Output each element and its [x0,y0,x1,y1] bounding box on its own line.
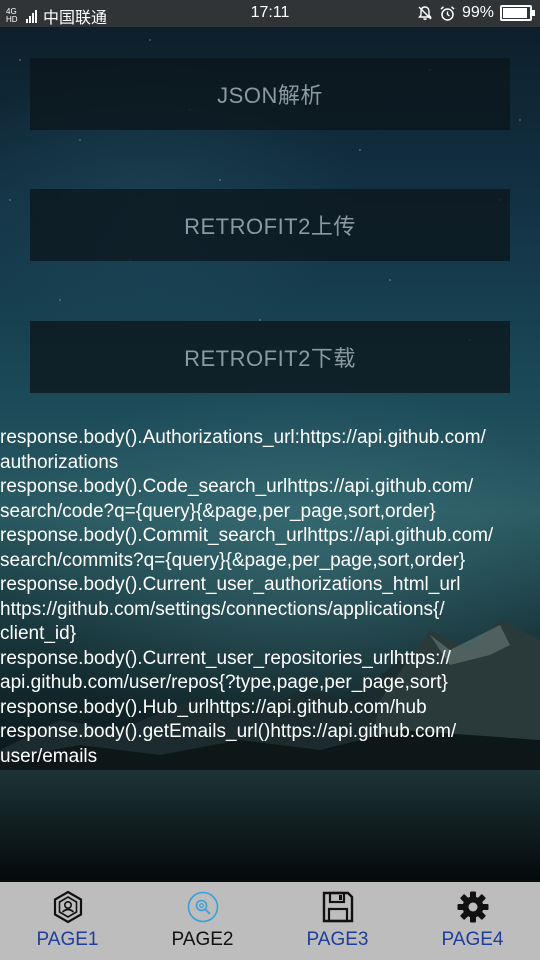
response-line: response.body().getEmails_url()https://a… [0,721,457,742]
response-line: response.body().Current_user_authorizati… [0,574,461,595]
battery-fill [503,8,527,18]
tab-page4-label: PAGE4 [441,929,504,950]
tab-page3-label: PAGE3 [306,929,369,950]
response-line: response.body().Authorizations_url:https… [0,427,486,448]
tab-page4[interactable]: PAGE4 [405,882,540,960]
response-line: response.body().Hub_urlhttps://api.githu… [0,696,427,718]
save-icon [322,891,353,923]
response-output: response.body().Authorizations_url:https… [0,426,536,769]
response-line: response.body().Commit_search_urlhttps:/… [0,525,494,546]
tab-page3[interactable]: PAGE3 [270,882,405,960]
battery-icon [500,5,535,21]
alarm-icon [440,5,455,21]
response-line: search/commits?q={query}{&page,per_page,… [0,549,466,571]
response-line: search/code?q={query}{&page,per_page,sor… [0,500,436,522]
battery-percent: 99% [461,4,494,21]
bell-off-icon [418,6,432,20]
json-parse-button[interactable]: JSON解析 [30,58,510,130]
hexagon-badge-icon [53,890,82,924]
retrofit-download-button[interactable]: RETROFIT2下载 [30,321,510,393]
tab-page2[interactable]: PAGE2 [135,882,270,960]
response-line: response.body().Code_search_urlhttps://a… [0,476,474,497]
lake-decoration [0,770,540,882]
retrofit-upload-button[interactable]: RETROFIT2上传 [30,189,510,261]
status-right: 99% [417,4,535,22]
response-line: api.github.com/user/repos{?type,page,per… [0,672,448,693]
tab-page1-label: PAGE1 [36,929,99,950]
tab-page2-label: PAGE2 [171,929,234,950]
response-line: authorizations [0,451,119,473]
response-line: https://github.com/settings/connections/… [0,598,445,620]
response-line: user/emails [0,745,98,767]
search-circle-icon [187,891,218,923]
response-line: response.body().Current_user_repositorie… [0,647,451,669]
gear-icon [457,891,488,923]
tab-page1[interactable]: PAGE1 [0,882,135,960]
response-line: client_id} [0,623,77,644]
status-bar: 4G HD 中国联通 17:11 99% [0,0,540,27]
bottom-tab-bar: PAGE1 PAGE2 PAGE3 PAGE4 [0,882,540,960]
